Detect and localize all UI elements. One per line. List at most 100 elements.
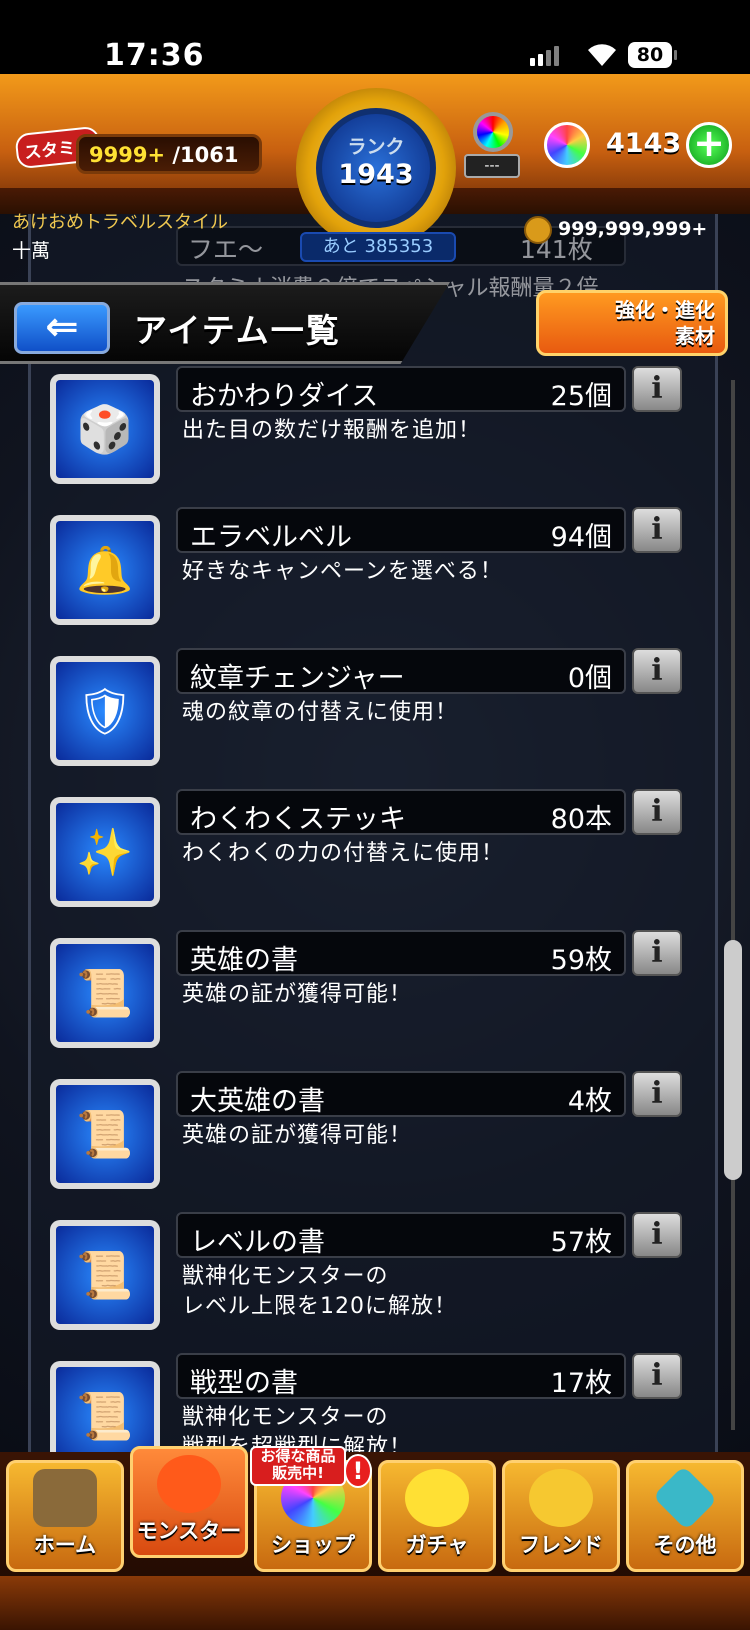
info-button[interactable]: i bbox=[632, 507, 682, 553]
material-button[interactable]: 強化・進化 素材 bbox=[536, 290, 728, 356]
item-count: 57枚 bbox=[550, 1227, 612, 1258]
list-item[interactable]: 🛡 紋章チェンジャー 0個 i 魂の紋章の付替えに使用！ bbox=[0, 648, 750, 784]
event-name: あけおめトラベルスタイル bbox=[12, 212, 228, 233]
friend-icon bbox=[529, 1469, 593, 1527]
item-name-bar: レベルの書 57枚 bbox=[176, 1212, 626, 1258]
item-icon-frame[interactable]: 🎲 bbox=[50, 374, 160, 484]
item-icon-frame[interactable]: 📜 bbox=[50, 938, 160, 1048]
item-desc: 出た目の数だけ報酬を追加！ bbox=[182, 418, 482, 443]
info-button[interactable]: i bbox=[632, 930, 682, 976]
item-name-bar: わくわくステッキ 80本 bbox=[176, 789, 626, 835]
item-icon-frame[interactable]: 🔔 bbox=[50, 515, 160, 625]
partial-item-name: フエ〜 bbox=[188, 235, 264, 264]
gacha-ball-icon bbox=[473, 112, 513, 152]
page-title: アイテム一覧 bbox=[134, 311, 341, 350]
sub-text: 十萬 bbox=[12, 240, 51, 262]
list-item[interactable]: 📜 大英雄の書 4枚 i 英雄の証が獲得可能！ bbox=[0, 1071, 750, 1207]
rank-value: 1943 bbox=[338, 159, 414, 190]
nav-gacha[interactable]: ガチャ bbox=[378, 1460, 496, 1572]
battery-indicator: 80 bbox=[628, 42, 677, 68]
item-name: おかわりダイス bbox=[190, 381, 379, 412]
item-count: 80本 bbox=[550, 804, 612, 835]
item-icon-frame[interactable]: ✨ bbox=[50, 797, 160, 907]
item-name: わくわくステッキ bbox=[190, 804, 406, 835]
dice-icon: 🎲 bbox=[56, 380, 154, 478]
nav-friend[interactable]: フレンド bbox=[502, 1460, 620, 1572]
signal-icon bbox=[530, 46, 559, 66]
item-name: 英雄の書 bbox=[190, 945, 298, 976]
info-button[interactable]: i bbox=[632, 1353, 682, 1399]
stamina-value: 9999+ bbox=[89, 143, 166, 167]
item-name: エラベルベル bbox=[190, 522, 352, 553]
clock: 17:36 bbox=[104, 38, 205, 73]
scroll-icon: 📜 bbox=[56, 1085, 154, 1183]
home-icon bbox=[33, 1469, 97, 1527]
wifi-icon bbox=[588, 44, 616, 66]
item-name-bar: エラベルベル 94個 bbox=[176, 507, 626, 553]
back-button[interactable]: ⇐ bbox=[14, 302, 110, 354]
bell-icon: 🔔 bbox=[56, 521, 154, 619]
alert-icon: ! bbox=[344, 1454, 372, 1488]
item-name-bar: 英雄の書 59枚 bbox=[176, 930, 626, 976]
list-item[interactable]: 🎲 おかわりダイス 25個 i 出た目の数だけ報酬を追加！ bbox=[0, 366, 750, 502]
coin-icon bbox=[524, 216, 552, 244]
item-desc: 獣神化モンスターの レベル上限を120に解放！ bbox=[182, 1264, 457, 1319]
item-name-bar: 大英雄の書 4枚 bbox=[176, 1071, 626, 1117]
item-name-bar: 戦型の書 17枚 bbox=[176, 1353, 626, 1399]
item-name: レベルの書 bbox=[190, 1227, 325, 1258]
item-name-bar: おかわりダイス 25個 bbox=[176, 366, 626, 412]
nav-other[interactable]: その他 bbox=[626, 1460, 744, 1572]
nav-monster[interactable]: モンスター bbox=[130, 1446, 248, 1558]
item-count: 0個 bbox=[567, 663, 612, 694]
scrollbar-thumb[interactable] bbox=[724, 940, 742, 1180]
scroll-track bbox=[731, 380, 735, 1430]
scroll-icon: 📜 bbox=[56, 944, 154, 1042]
item-icon-frame[interactable]: 📜 bbox=[50, 1220, 160, 1330]
wand-icon: ✨ bbox=[56, 803, 154, 901]
info-button[interactable]: i bbox=[632, 1212, 682, 1258]
list-item[interactable]: 📜 レベルの書 57枚 i 獣神化モンスターの レベル上限を120に解放！ bbox=[0, 1212, 750, 1348]
nav-other-label: その他 bbox=[653, 1533, 717, 1557]
add-orb-button[interactable]: + bbox=[686, 122, 732, 168]
gacha-icon bbox=[405, 1469, 469, 1527]
info-button[interactable]: i bbox=[632, 1071, 682, 1117]
item-count: 17枚 bbox=[550, 1368, 612, 1399]
nav-home[interactable]: ホーム bbox=[6, 1460, 124, 1572]
stamina-max: /1061 bbox=[172, 143, 239, 167]
scroll-icon: 📜 bbox=[56, 1226, 154, 1324]
rank-badge[interactable]: ランク 1943 bbox=[296, 88, 456, 248]
nav-gacha-label: ガチャ bbox=[405, 1533, 469, 1557]
info-button[interactable]: i bbox=[632, 648, 682, 694]
list-item[interactable]: 🔔 エラベルベル 94個 i 好きなキャンペーンを選べる！ bbox=[0, 507, 750, 643]
item-desc: わくわくの力の付替えに使用！ bbox=[182, 841, 505, 866]
bottom-strip bbox=[0, 1576, 750, 1630]
item-icon-frame[interactable]: 📜 bbox=[50, 1079, 160, 1189]
rank-label: ランク bbox=[347, 136, 405, 158]
item-count: 59枚 bbox=[550, 945, 612, 976]
status-bar: 17:36 80 bbox=[0, 0, 750, 74]
item-count: 4枚 bbox=[567, 1086, 612, 1117]
item-desc: 英雄の証が獲得可能！ bbox=[182, 982, 413, 1007]
item-name: 大英雄の書 bbox=[190, 1086, 325, 1117]
item-icon-frame[interactable]: 🛡 bbox=[50, 656, 160, 766]
item-name-bar: 紋章チェンジャー 0個 bbox=[176, 648, 626, 694]
rank-next-exp: あと 385353 bbox=[300, 232, 456, 262]
emblem-icon: 🛡 bbox=[56, 662, 154, 760]
item-desc: 魂の紋章の付替えに使用！ bbox=[182, 700, 459, 725]
info-button[interactable]: i bbox=[632, 366, 682, 412]
item-desc: 好きなキャンペーンを選べる！ bbox=[182, 559, 503, 584]
item-count: 94個 bbox=[550, 522, 612, 553]
orb-count: 4143 bbox=[606, 128, 682, 159]
list-item[interactable]: ✨ わくわくステッキ 80本 i わくわくの力の付替えに使用！ bbox=[0, 789, 750, 925]
monster-icon bbox=[157, 1455, 221, 1513]
stamina-box[interactable]: 9999+ /1061 bbox=[76, 134, 262, 174]
list-item[interactable]: 📜 英雄の書 59枚 i 英雄の証が獲得可能！ bbox=[0, 930, 750, 1066]
info-button[interactable]: i bbox=[632, 789, 682, 835]
orb-icon bbox=[544, 122, 590, 168]
other-icon bbox=[652, 1465, 718, 1531]
item-desc: 英雄の証が獲得可能！ bbox=[182, 1123, 413, 1148]
shop-sale-badge: お得な商品 販売中! bbox=[250, 1446, 346, 1486]
gacha-status[interactable]: --- bbox=[464, 112, 522, 178]
coin-count: 999,999,999+ bbox=[558, 218, 708, 240]
nav-monster-label: モンスター bbox=[136, 1519, 242, 1543]
